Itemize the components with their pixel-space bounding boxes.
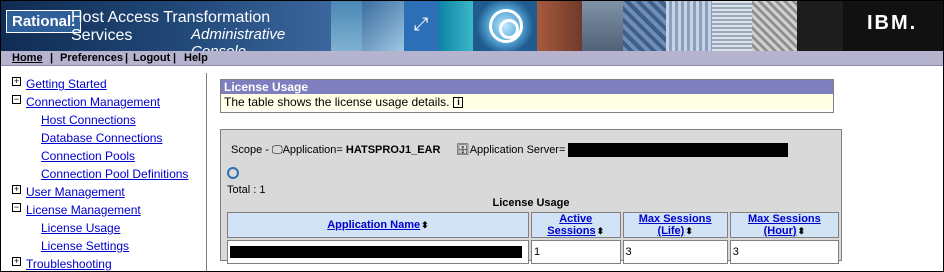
sort-icon[interactable]: ⬍ (685, 226, 693, 236)
cell-max-sessions-hour: 3 (729, 240, 839, 264)
redacted-server-name (568, 143, 789, 158)
column-header-active-sessions[interactable]: Active Sessions⬍ (530, 212, 621, 238)
banner-tile (711, 1, 752, 51)
menu-home-link[interactable]: Home (12, 52, 43, 64)
license-usage-table: Application Name⬍ Active Sessions⬍ Max S… (225, 210, 841, 266)
nav-troubleshooting[interactable]: Troubleshooting (26, 257, 112, 271)
info-icon[interactable]: i (453, 97, 464, 109)
menu-separator: | (173, 52, 177, 64)
column-header-max-sessions-hour[interactable]: Max Sessions (Hour)⬍ (729, 212, 839, 238)
sort-icon[interactable]: ⬍ (798, 226, 806, 236)
license-usage-panel: Scope - 🖵Application= HATSPROJ1_EAR 🗄App… (220, 129, 842, 264)
table-caption: License Usage (492, 197, 570, 209)
banner-tile (582, 1, 623, 51)
menu-preferences-link[interactable]: Preferences (60, 52, 123, 64)
collapse-icon[interactable]: − (12, 95, 21, 104)
header-banner: Rational. Host Access Transformation Ser… (1, 1, 943, 51)
ibm-logo-area: IBM. (843, 1, 943, 51)
cell-max-sessions-life: 3 (622, 240, 728, 264)
page-description: The table shows the license usage detail… (221, 94, 833, 110)
sort-icon[interactable]: ⬍ (421, 220, 429, 230)
license-usage-header-box: License Usage The table shows the licens… (220, 79, 834, 113)
banner-tile (666, 1, 712, 51)
banner-image-strip: ⤢ (331, 1, 843, 51)
cell-application-name (227, 240, 529, 264)
sort-max-hour-link[interactable]: Max Sessions (Hour) (748, 213, 821, 237)
description-text: The table shows the license usage detail… (224, 95, 450, 109)
banner-tile (361, 1, 404, 51)
scope-line: Scope - 🖵Application= HATSPROJ1_EAR 🗄App… (231, 143, 789, 158)
collapse-icon[interactable]: − (12, 203, 21, 212)
nav-license-settings[interactable]: License Settings (41, 239, 129, 253)
banner-tile (751, 1, 798, 51)
nav-getting-started[interactable]: Getting Started (26, 77, 107, 91)
column-header-application-name[interactable]: Application Name⬍ (227, 212, 529, 238)
banner-tile (797, 1, 843, 51)
application-value: HATSPROJ1_EAR (345, 144, 441, 156)
menu-separator: | (50, 52, 54, 64)
nav-license-management[interactable]: License Management (26, 203, 141, 217)
cell-active-sessions: 1 (530, 240, 621, 264)
application-icon: 🖵 (271, 144, 283, 156)
banner-tile (622, 1, 667, 51)
swirl-icon (489, 9, 524, 43)
sort-active-sessions-link[interactable]: Active Sessions (547, 213, 595, 237)
table-row: 1 3 3 (227, 240, 839, 264)
sort-application-name-link[interactable]: Application Name (327, 219, 420, 231)
expand-icon[interactable]: + (12, 185, 21, 194)
banner-tile: ⤢ (403, 1, 439, 51)
banner-tile (438, 1, 474, 51)
refresh-icon[interactable] (227, 167, 239, 179)
menu-separator: | (125, 52, 129, 64)
top-menu-bar: Home | Preferences | Logout | Help (1, 51, 943, 66)
table-header-row: Application Name⬍ Active Sessions⬍ Max S… (227, 212, 839, 238)
banner-tile (331, 1, 362, 51)
banner-tile (536, 1, 583, 51)
nav-connection-management[interactable]: Connection Management (26, 95, 160, 109)
menu-help-link[interactable]: Help (184, 52, 208, 64)
expand-icon[interactable]: + (12, 257, 21, 266)
left-navigation: + Getting Started − Connection Managemen… (1, 73, 207, 271)
product-subtitle: Administrative Console (191, 26, 286, 51)
application-label: Application= (282, 144, 343, 156)
nav-license-usage[interactable]: License Usage (41, 221, 120, 235)
redacted-application-name (230, 246, 522, 259)
ibm-logo: IBM. (867, 12, 918, 34)
column-header-max-sessions-life[interactable]: Max Sessions (Life)⬍ (622, 212, 728, 238)
admin-console-window: Rational. Host Access Transformation Ser… (0, 0, 944, 272)
server-icon: 🗄 (455, 144, 470, 156)
sort-icon[interactable]: ⬍ (597, 226, 605, 236)
expand-icon[interactable]: + (12, 77, 21, 86)
nav-connection-pool-definitions[interactable]: Connection Pool Definitions (41, 167, 188, 181)
menu-logout-link[interactable]: Logout (133, 52, 170, 64)
server-label: Application Server= (469, 144, 566, 156)
nav-database-connections[interactable]: Database Connections (41, 131, 162, 145)
total-count: Total : 1 (227, 184, 266, 196)
nav-host-connections[interactable]: Host Connections (41, 113, 136, 127)
nav-connection-pools[interactable]: Connection Pools (41, 149, 135, 163)
scope-prefix: Scope - (231, 144, 269, 156)
brand-area: Rational. Host Access Transformation Ser… (1, 1, 331, 51)
sort-max-life-link[interactable]: Max Sessions (Life) (639, 213, 712, 237)
nav-user-management[interactable]: User Management (26, 185, 125, 199)
page-title: License Usage (221, 80, 833, 94)
banner-tile (473, 1, 537, 51)
expand-arrows-icon: ⤢ (413, 14, 429, 34)
